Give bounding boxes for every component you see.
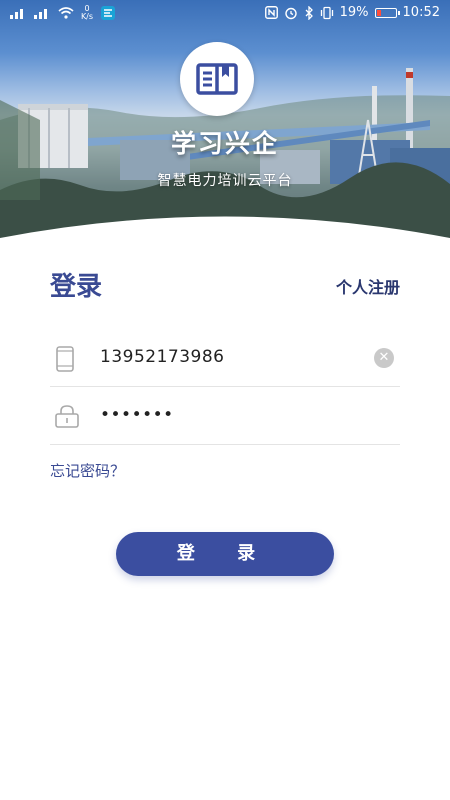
- register-link[interactable]: 个人注册: [336, 274, 400, 298]
- battery-icon: [374, 7, 400, 18]
- header-curve: [0, 216, 450, 250]
- password-field[interactable]: •••••••: [50, 388, 400, 445]
- forgot-password-link[interactable]: 忘记密码？: [50, 460, 125, 481]
- nfc-icon: [264, 6, 278, 19]
- book-icon: [196, 63, 238, 95]
- login-title: 登录: [50, 272, 103, 302]
- app-notification-icon: [101, 6, 115, 20]
- app-subtitle: 智慧电力培训云平台: [157, 173, 293, 189]
- network-speed: 0 K/s: [80, 5, 94, 21]
- mobile-phone-icon: [56, 346, 74, 372]
- phone-input[interactable]: 13952173986: [100, 347, 224, 367]
- wifi-icon: [58, 7, 74, 19]
- app-logo: [180, 42, 254, 116]
- phone-field[interactable]: 13952173986 ✕: [50, 330, 400, 387]
- password-input[interactable]: •••••••: [100, 405, 174, 425]
- signal-icon: [10, 9, 23, 19]
- alarm-icon: [284, 7, 297, 19]
- vibrate-icon: [320, 6, 333, 19]
- login-button[interactable]: 登 录: [116, 532, 334, 576]
- app-name: 学习兴企: [170, 129, 279, 158]
- signal-icon-2: [34, 9, 47, 19]
- lock-icon: [55, 405, 79, 428]
- bluetooth-icon: [305, 5, 313, 20]
- battery-percent: 19%: [339, 5, 369, 20]
- network-speed-unit: K/s: [80, 12, 94, 21]
- status-bar: 0 K/s 19% 10:52: [0, 0, 450, 26]
- clock: 10:52: [402, 5, 440, 20]
- clear-icon[interactable]: ✕: [374, 348, 394, 368]
